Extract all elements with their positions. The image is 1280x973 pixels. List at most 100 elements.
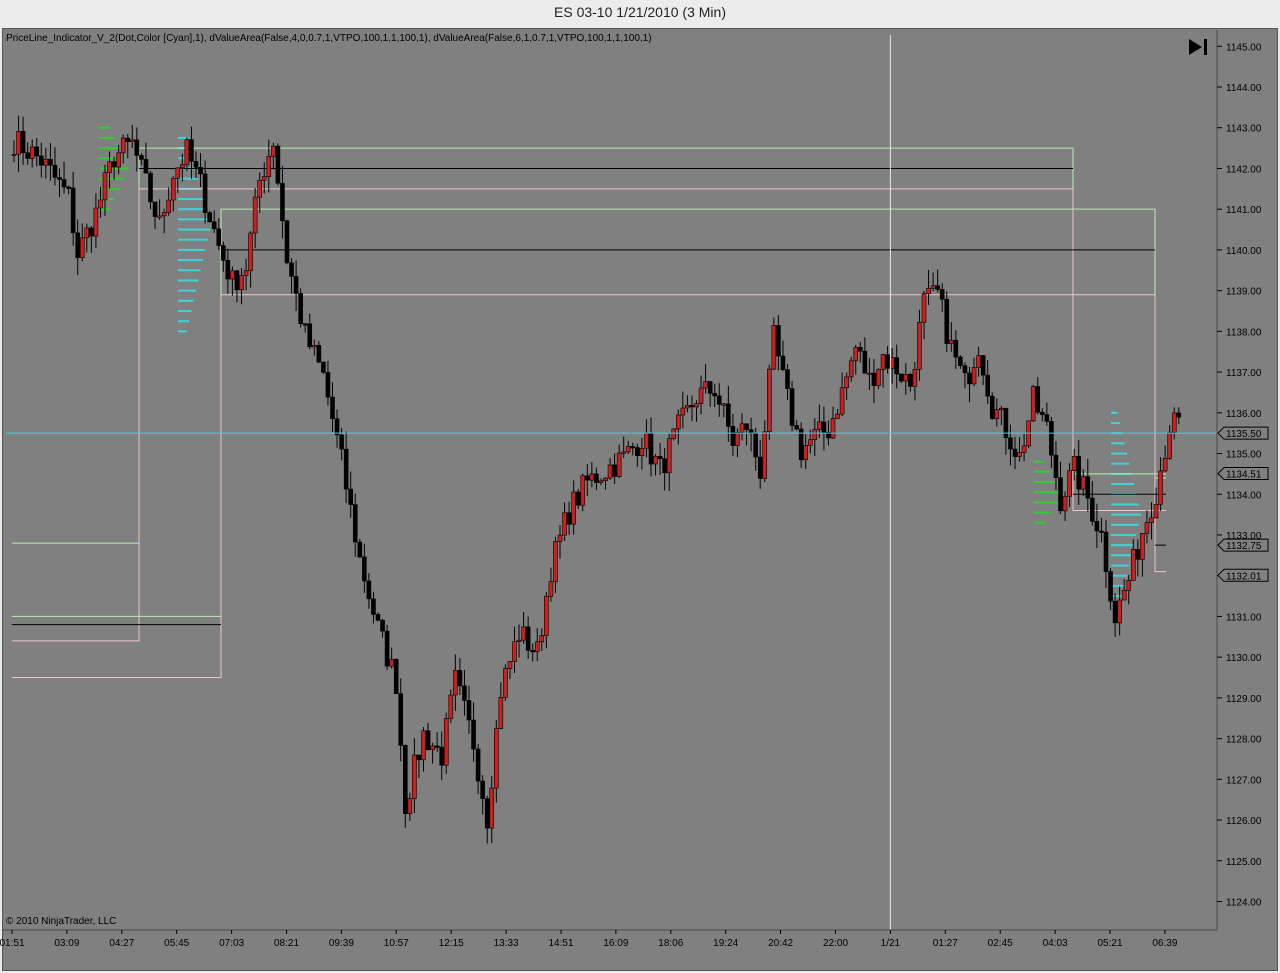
candle-body	[466, 700, 472, 721]
candle-body	[903, 374, 909, 382]
candle-body	[594, 473, 599, 483]
candle-body	[225, 259, 231, 280]
candle-body	[1040, 411, 1045, 415]
candle-body	[248, 232, 253, 271]
candle-body	[484, 798, 490, 829]
candle-body	[261, 176, 267, 181]
candle-body	[516, 639, 522, 642]
price-tick-label: 1125.00	[1226, 857, 1262, 868]
candle-body	[1144, 522, 1150, 534]
candle-body	[157, 215, 162, 218]
candle-body	[739, 423, 745, 433]
candle-body	[917, 321, 922, 370]
tpo-profile-block	[99, 147, 120, 150]
candle-body	[125, 137, 131, 143]
time-tick-label: 12:15	[439, 938, 464, 949]
candle-body	[662, 458, 667, 474]
candle-body	[967, 372, 972, 385]
candle-body	[134, 139, 140, 156]
time-tick-label: 09:39	[329, 938, 354, 949]
candle-body	[275, 145, 281, 184]
tpo-profile-block	[1111, 421, 1120, 424]
candle-body	[848, 360, 854, 378]
tpo-profile-block	[178, 208, 206, 211]
candle-body	[726, 403, 731, 427]
candle-body	[1058, 477, 1063, 512]
candle-body	[580, 475, 586, 506]
candle-body	[630, 446, 636, 449]
tpo-profile-block	[1111, 584, 1125, 587]
candle-body	[1049, 420, 1054, 456]
time-tick-label: 22:00	[823, 938, 848, 949]
candle-body	[625, 446, 631, 453]
candle-body	[84, 227, 90, 239]
candle-body	[98, 199, 103, 209]
candle-body	[139, 155, 144, 160]
candle-body	[503, 668, 508, 698]
candle-body	[439, 746, 445, 766]
candle-body	[498, 697, 504, 729]
candle-body	[962, 365, 968, 374]
candle-body	[544, 596, 549, 636]
skip-to-end-icon	[1189, 39, 1207, 55]
time-tick-label: 18:06	[658, 938, 683, 949]
tpo-profile-block	[1111, 483, 1134, 486]
candle-body	[330, 396, 335, 420]
candle-body	[999, 407, 1004, 411]
candle-body	[1035, 386, 1041, 413]
tpo-profile-block	[1111, 564, 1130, 567]
candle-body	[744, 423, 749, 431]
candle-body	[867, 372, 872, 375]
candle-body	[1076, 455, 1081, 490]
price-tick-label: 1137.00	[1226, 368, 1262, 379]
candle-body	[57, 177, 62, 180]
candle-body	[471, 719, 476, 750]
tpo-profile-block	[1111, 462, 1130, 465]
candle-body	[648, 433, 654, 465]
candle-body	[25, 152, 30, 159]
price-chart[interactable]: 1124.00 1125.00 1126.00 1127.00 1128.00 1129.…	[0, 0, 1280, 973]
candle-body	[38, 155, 44, 166]
candle-body	[66, 186, 71, 189]
candle-body	[198, 167, 203, 175]
candle-body	[102, 172, 108, 201]
candle-body	[912, 368, 918, 387]
candle-body	[653, 456, 658, 465]
price-tick-label: 1140.00	[1226, 246, 1262, 257]
candle-body	[407, 798, 413, 814]
candle-body	[384, 630, 390, 667]
candle-body	[621, 451, 627, 454]
candle-body	[166, 199, 171, 213]
candle-body	[562, 512, 567, 536]
indicator-label: PriceLine_Indicator_V_2(Dot,Color [Cyan]…	[6, 33, 652, 44]
candle-body	[402, 745, 408, 814]
candle-body	[1008, 437, 1013, 450]
price-tick-label: 1126.00	[1226, 816, 1262, 827]
price-tick-label: 1128.00	[1226, 735, 1262, 746]
value-area-step-line	[12, 147, 1166, 544]
candle-body	[944, 298, 950, 344]
candle-body	[189, 139, 194, 162]
time-tick-label: 10:57	[384, 938, 409, 949]
candle-body	[16, 131, 21, 155]
tpo-profile-block	[178, 309, 192, 312]
tpo-profile-block	[1111, 574, 1127, 577]
candle-body	[321, 361, 326, 373]
tpo-profile-block	[178, 299, 194, 302]
candle-body	[480, 780, 485, 800]
candle-body	[644, 433, 649, 449]
candle-body	[817, 421, 822, 430]
candle-body	[939, 289, 945, 300]
candle-body	[412, 754, 417, 799]
scroll-to-end-button[interactable]	[1186, 36, 1212, 58]
price-tick-label: 1130.00	[1226, 653, 1262, 664]
candle-body	[20, 131, 26, 154]
time-tick-label: 06:39	[1152, 938, 1177, 949]
candle-body	[885, 354, 890, 369]
candle-body	[1067, 470, 1072, 497]
price-tick-label: 1143.00	[1226, 124, 1262, 135]
candle-body	[1021, 445, 1027, 453]
candle-body	[680, 407, 686, 416]
price-marker-label: 1132.75	[1226, 541, 1262, 552]
candle-body	[566, 512, 572, 525]
